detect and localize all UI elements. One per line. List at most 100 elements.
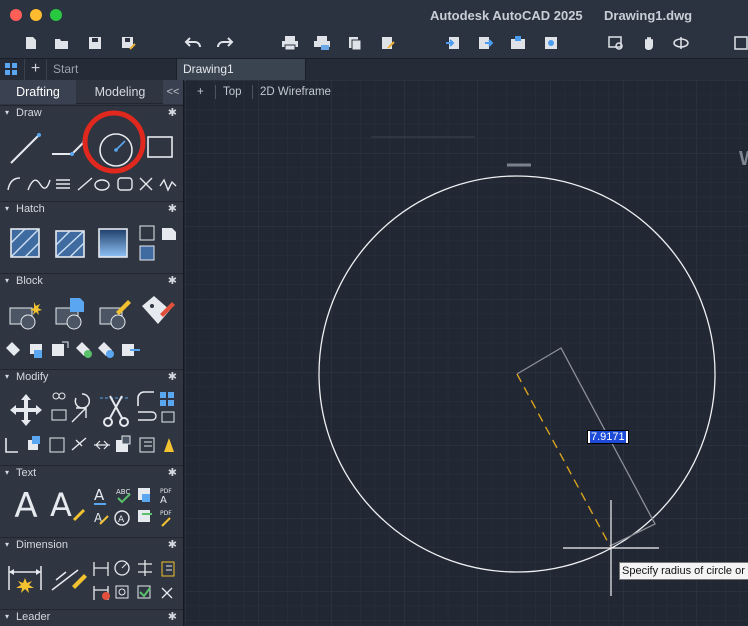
tile-view-icon[interactable] <box>4 62 18 81</box>
move-icon[interactable] <box>8 392 44 428</box>
gear-icon[interactable]: ✱ <box>168 202 177 215</box>
import-icon[interactable] <box>442 32 464 54</box>
undo-icon[interactable] <box>182 32 204 54</box>
gradient-hatch-icon[interactable] <box>52 226 88 260</box>
single-line-text-icon[interactable]: A <box>48 486 88 526</box>
rectangle-icon[interactable] <box>146 134 174 160</box>
orbit-icon[interactable] <box>670 32 692 54</box>
radius-value[interactable]: 7.9171 <box>590 431 626 443</box>
text-tools-grid: A ABC PDF A A A PDF <box>90 484 180 530</box>
line-icon[interactable] <box>8 132 42 166</box>
svg-text:PDF: PDF <box>160 488 172 495</box>
modify-tools-row <box>4 434 180 456</box>
draw-tools-row <box>6 174 178 194</box>
gear-icon[interactable]: ✱ <box>168 370 177 383</box>
leader-section-header[interactable]: ▾ Leader ✱ <box>0 610 183 626</box>
redo-icon[interactable] <box>214 32 236 54</box>
collapse-caret-icon: ▾ <box>5 276 10 285</box>
tab-start[interactable]: Start <box>46 59 176 81</box>
tab-drafting[interactable]: Drafting <box>0 80 76 104</box>
open-icon[interactable] <box>51 32 73 54</box>
block-section-label: Block <box>16 275 43 287</box>
hatch-section-header[interactable]: ▾ Hatch ✱ <box>0 202 183 218</box>
boundary-tools-icon[interactable] <box>138 224 178 264</box>
cloud-icon[interactable] <box>540 32 562 54</box>
quick-access-toolbar <box>0 30 748 58</box>
tool-palette: Drafting Modeling << ▾ Draw ✱ ▾ Hatch ✱ … <box>0 80 184 626</box>
modify-section: ▾ Modify ✱ <box>0 369 183 461</box>
document-title: Drawing1.dwg <box>604 8 693 23</box>
hatch-section: ▾ Hatch ✱ <box>0 201 183 271</box>
drawing-canvas[interactable] <box>185 80 748 626</box>
create-block-icon[interactable] <box>52 296 88 332</box>
collapse-caret-icon: ▾ <box>5 108 10 117</box>
overflow-icon[interactable] <box>734 32 748 54</box>
batch-plot-icon[interactable] <box>377 32 399 54</box>
close-window-button[interactable] <box>10 9 22 21</box>
save-icon[interactable] <box>84 32 106 54</box>
linear-dimension-icon[interactable] <box>6 560 44 596</box>
minimize-window-button[interactable] <box>30 9 42 21</box>
fillet-array-icons[interactable] <box>134 390 178 430</box>
gear-icon[interactable]: ✱ <box>168 106 177 119</box>
collapse-palette-button[interactable]: << <box>163 80 183 104</box>
block-section-header[interactable]: ▾ Block ✱ <box>0 274 183 290</box>
collapse-caret-icon: ▾ <box>5 204 10 213</box>
collapse-caret-icon: ▾ <box>5 612 10 621</box>
block-section: ▾ Block ✱ <box>0 273 183 365</box>
gear-icon[interactable]: ✱ <box>168 610 177 623</box>
new-icon[interactable] <box>20 32 42 54</box>
radius-dynamic-input[interactable]: 7.9171 <box>587 430 629 444</box>
leader-section-label: Leader <box>16 611 51 623</box>
dimension-section-header[interactable]: ▾ Dimension ✱ <box>0 538 183 554</box>
drawing-viewport[interactable]: + Top 2D Wireframe W 7.9171 Specify radi… <box>185 80 748 626</box>
copy-rotate-icons[interactable] <box>48 390 96 430</box>
palette-tabs: Drafting Modeling << <box>0 80 183 104</box>
quick-dimension-icon[interactable] <box>48 560 88 596</box>
zoom-window-button[interactable] <box>50 9 62 21</box>
view-cube-label[interactable]: Top <box>223 86 242 98</box>
plot-preview-icon[interactable] <box>311 32 333 54</box>
plot-icon[interactable] <box>279 32 301 54</box>
tab-drawing1[interactable]: Drawing1 <box>176 59 306 81</box>
text-section-header[interactable]: ▾ Text ✱ <box>0 466 183 482</box>
edit-block-icon[interactable] <box>96 296 132 332</box>
collapse-caret-icon: ▾ <box>5 372 10 381</box>
new-tab-button[interactable]: + <box>24 59 46 81</box>
tab-modeling[interactable]: Modeling <box>78 80 162 104</box>
gradient-icon[interactable] <box>96 226 130 260</box>
modify-section-header[interactable]: ▾ Modify ✱ <box>0 370 183 386</box>
pan-icon[interactable] <box>638 32 660 54</box>
viewcube-edge-letter[interactable]: W <box>739 148 748 171</box>
command-tooltip: Specify radius of circle or <box>619 562 748 580</box>
text-section: ▾ Text ✱ A A A ABC PDF A A A PDF <box>0 465 183 535</box>
block-tools-row <box>4 340 180 360</box>
export-icon[interactable] <box>474 32 496 54</box>
hatch-icon[interactable] <box>8 226 42 260</box>
hatch-section-label: Hatch <box>16 203 45 215</box>
svg-text:A: A <box>160 495 167 506</box>
collapse-caret-icon: ▾ <box>5 540 10 549</box>
insert-block-icon[interactable] <box>8 296 44 332</box>
share-icon[interactable] <box>507 32 529 54</box>
gear-icon[interactable]: ✱ <box>168 538 177 551</box>
gear-icon[interactable]: ✱ <box>168 274 177 287</box>
visual-style-label[interactable]: 2D Wireframe <box>260 86 331 98</box>
zoom-window-icon[interactable] <box>605 32 627 54</box>
title-bar: Autodesk AutoCAD 2025 Drawing1.dwg <box>0 0 748 30</box>
trim-icon[interactable] <box>98 392 132 430</box>
app-title: Autodesk AutoCAD 2025 <box>430 8 583 23</box>
block-attribute-icon[interactable] <box>138 294 178 332</box>
window-controls <box>10 9 62 21</box>
svg-text:A: A <box>94 486 105 504</box>
viewport-plus-button[interactable]: + <box>197 86 204 98</box>
viewport-separator <box>215 85 216 99</box>
modify-section-label: Modify <box>16 371 49 383</box>
multiline-text-icon[interactable]: A <box>8 486 44 526</box>
viewport-separator <box>252 85 253 99</box>
collapse-caret-icon: ▾ <box>5 468 10 477</box>
svg-text:A: A <box>118 515 125 525</box>
save-as-icon[interactable] <box>117 32 139 54</box>
gear-icon[interactable]: ✱ <box>168 466 177 479</box>
publish-icon[interactable] <box>344 32 366 54</box>
